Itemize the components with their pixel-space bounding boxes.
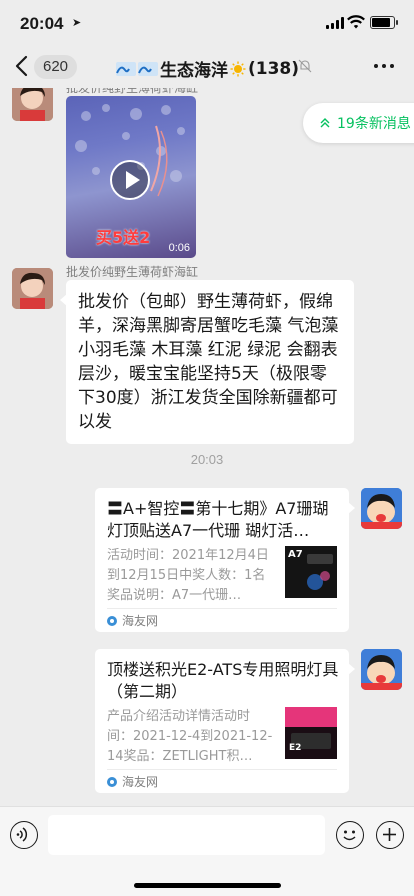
wifi-icon: [347, 15, 365, 29]
chat-header: 620 生态海洋 (138): [0, 46, 414, 88]
sender-name: 批发价纯野生薄荷虾海缸: [66, 265, 199, 279]
mute-bell-icon: [298, 59, 312, 73]
battery-icon: [370, 16, 398, 29]
new-messages-pill[interactable]: 19条新消息: [303, 103, 414, 143]
message-input[interactable]: [48, 815, 325, 855]
link-card[interactable]: 顶楼送积光E2-ATS专用照明灯具（第二期） 产品介绍活动详情活动时间：2021…: [95, 649, 355, 793]
chat-title[interactable]: 生态海洋 (138): [116, 56, 316, 81]
card-thumb-label: E2: [289, 743, 302, 753]
sender-name: 批发价纯野生薄荷虾海缸: [66, 88, 199, 95]
card-title: 〓A+智控〓第十七期》A7珊瑚灯顶贴送A7一代珊 瑚灯活…: [107, 499, 329, 540]
unread-count-badge[interactable]: 620: [34, 55, 78, 79]
card-source: 海友网: [107, 608, 337, 632]
card-thumbnail: A7: [285, 546, 337, 598]
video-duration: 0:06: [168, 242, 190, 254]
signal-icon: [326, 17, 344, 29]
wave-emoji-icon: [116, 61, 136, 76]
voice-icon[interactable]: [10, 821, 38, 849]
card-thumb-label: A7: [288, 549, 303, 560]
home-indicator: [134, 883, 281, 888]
back-arrow-icon[interactable]: [14, 54, 30, 78]
plus-icon[interactable]: [376, 821, 404, 849]
timestamp: 20:03: [190, 452, 224, 467]
member-count: (138): [248, 58, 300, 79]
chevron-up-double-icon: [320, 118, 330, 128]
link-card[interactable]: 〓A+智控〓第十七期》A7珊瑚灯顶贴送A7一代珊 瑚灯活… 活动时间：2021年…: [95, 488, 355, 632]
more-icon[interactable]: [374, 56, 396, 76]
card-title: 顶楼送积光E2-ATS专用照明灯具（第二期）: [107, 660, 339, 701]
text-message-bubble[interactable]: 批发价（包邮）野生薄荷虾，假绵羊，深海黑脚寄居蟹吃毛藻 气泡藻 小羽毛藻 木耳藻…: [60, 280, 354, 444]
card-source: 海友网: [107, 769, 337, 793]
avatar[interactable]: [12, 88, 53, 121]
avatar[interactable]: [361, 488, 402, 529]
avatar[interactable]: [12, 268, 53, 309]
play-icon[interactable]: [110, 160, 150, 200]
source-icon: [107, 615, 117, 626]
card-description: 活动时间：2021年12月4日到12月15日中奖人数：1名奖品说明：A7一代珊…: [107, 548, 269, 603]
wave-emoji-icon: [138, 61, 158, 76]
source-icon: [107, 776, 117, 787]
status-time: 20:04: [20, 14, 64, 33]
new-messages-label: 19条新消息: [337, 116, 411, 132]
card-source-name: 海友网: [122, 613, 159, 628]
chat-title-text: 生态海洋: [160, 61, 228, 81]
emoji-icon[interactable]: [336, 821, 364, 849]
video-message[interactable]: 买5送2 0:06: [66, 96, 196, 258]
avatar[interactable]: [361, 649, 402, 690]
card-description: 产品介绍活动详情活动时间：2021-12-4到2021-12-14奖品：ZETL…: [107, 709, 273, 764]
card-thumbnail: E2: [285, 707, 337, 759]
status-bar: 20:04 ➤: [0, 0, 414, 46]
location-arrow-icon: ➤: [72, 16, 82, 29]
input-bar: [0, 806, 414, 896]
chat-area[interactable]: 批发价纯野生薄荷虾海缸 买5送2 0:06 批发价纯野生薄荷虾海缸 批发价（包邮…: [0, 88, 414, 806]
video-overlay-caption: 买5送2: [96, 228, 151, 247]
sun-emoji-icon: [230, 61, 246, 76]
card-source-name: 海友网: [122, 774, 159, 789]
